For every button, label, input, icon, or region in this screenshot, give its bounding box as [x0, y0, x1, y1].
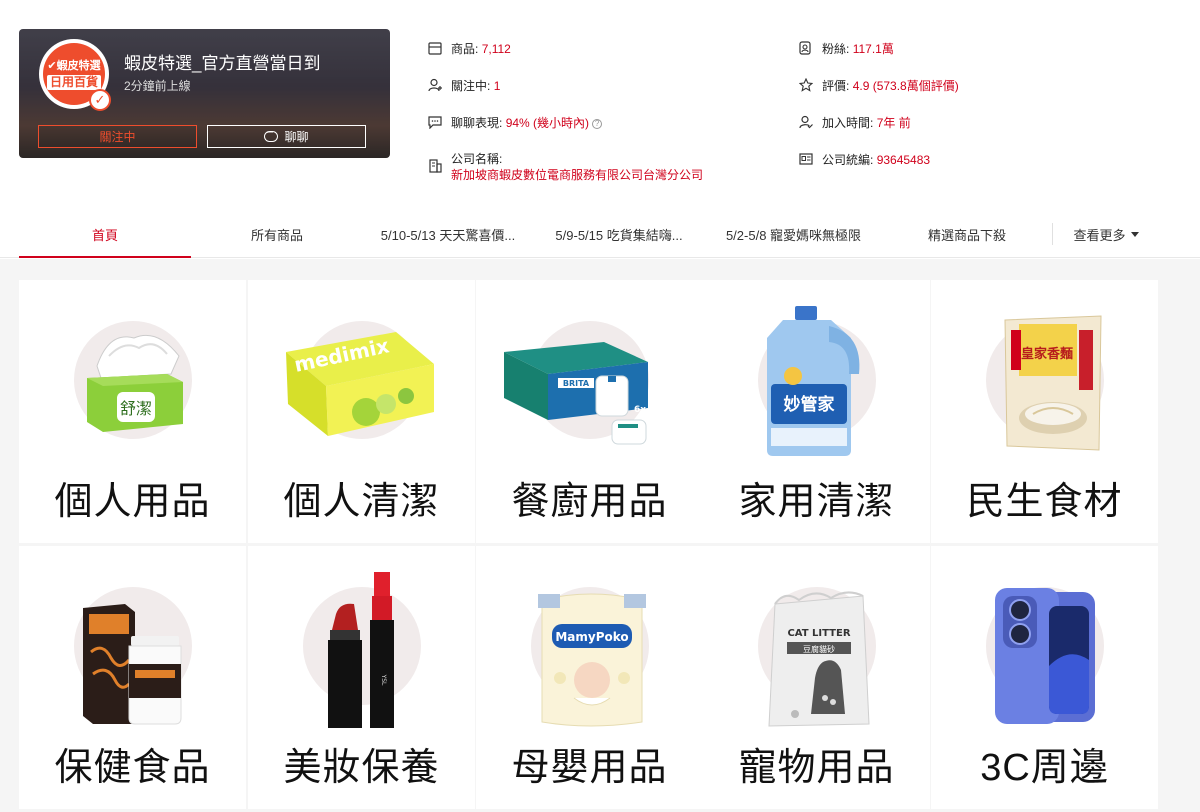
chat-button-label: 聊聊 [284, 130, 309, 144]
followers-label: 粉絲: [822, 42, 850, 56]
avatar-line1: ✔蝦皮特選 [47, 59, 101, 72]
tab-more[interactable]: 查看更多 [1053, 210, 1159, 258]
category-label: 美妝保養 [283, 747, 440, 789]
tab-promo-0509[interactable]: 5/9-5/15 吃貨集結嗨... [533, 210, 705, 258]
category-label: 3C周邊 [980, 747, 1109, 789]
category-tile-health-food[interactable]: 保健食品 [19, 546, 246, 809]
rating-value: 4.9 (573.8萬個評價) [852, 79, 959, 93]
store-icon [427, 40, 443, 56]
id-card-icon [798, 151, 814, 167]
svg-text:舒潔: 舒潔 [120, 399, 152, 418]
category-tile-baby[interactable]: MamyPoko 母嬰用品 [476, 546, 703, 809]
joined-value: 7年 前 [876, 116, 911, 130]
category-label: 個人用品 [54, 481, 211, 523]
joined-label: 加入時間: [822, 116, 874, 130]
category-label: 保健食品 [54, 747, 211, 789]
shop-avatar[interactable]: ✔蝦皮特選 日用百貨 ✓ [39, 39, 111, 111]
shop-card: ✔蝦皮特選 日用百貨 ✓ 蝦皮特選_官方直營當日到 2分鐘前上線 關注中 聊聊 [19, 29, 390, 158]
products-value: 7,112 [481, 42, 511, 56]
tax-id-value: 93645483 [876, 153, 931, 167]
svg-text:皇家香麵: 皇家香麵 [1021, 346, 1073, 362]
svg-text:MamyPoko: MamyPoko [555, 630, 628, 644]
tab-home[interactable]: 首頁 [19, 210, 191, 258]
online-status: 2分鐘前上線 [124, 79, 191, 93]
stat-rating: 評價: 4.9 (573.8萬個評價) [798, 77, 959, 94]
category-label: 母嬰用品 [511, 747, 668, 789]
followers-icon [798, 40, 814, 56]
noodle-pack-icon: 皇家香麵 [1004, 315, 1102, 451]
category-label: 個人清潔 [283, 481, 440, 523]
diaper-pack-icon: MamyPoko [538, 593, 646, 727]
followers-value: 117.1萬 [852, 42, 894, 56]
svg-text:豆腐貓砂: 豆腐貓砂 [803, 644, 835, 654]
verified-check-icon: ✓ [89, 89, 111, 111]
stat-followers: 粉絲: 117.1萬 [798, 40, 894, 57]
soap-box-icon: medimix [286, 332, 434, 436]
tax-id-label: 公司統編: [822, 153, 874, 167]
following-value: 1 [493, 79, 501, 93]
supplement-icon [83, 604, 182, 725]
category-grid: 舒潔 個人用品 medimix 個人清潔 BRITA 6x 餐廚用品 妙管家 家… [0, 259, 1200, 812]
follow-button[interactable]: 關注中 [38, 125, 197, 148]
chat-icon [264, 127, 279, 142]
chat-bubble-icon [427, 114, 443, 130]
smartphone-icon [995, 588, 1095, 724]
stat-tax-id: 公司統編: 93645483 [798, 151, 930, 168]
tab-featured[interactable]: 精選商品下殺 [882, 210, 1052, 258]
stat-following: 關注中: 1 [427, 77, 500, 94]
shop-name: 蝦皮特選_官方直營當日到 [124, 54, 321, 73]
caret-down-icon [1130, 231, 1139, 237]
user-add-icon [427, 77, 443, 93]
chat-perf-value: 94% (幾小時內) [505, 116, 590, 130]
svg-text:6x: 6x [634, 405, 646, 415]
shop-header: ✔蝦皮特選 日用百貨 ✓ 蝦皮特選_官方直營當日到 2分鐘前上線 關注中 聊聊 … [0, 0, 1200, 210]
tab-promo-0502[interactable]: 5/2-5/8 寵愛媽咪無極限 [705, 210, 882, 258]
building-icon [427, 158, 443, 174]
products-label: 商品: [451, 42, 479, 56]
star-icon [798, 77, 814, 93]
following-label: 關注中: [451, 79, 491, 93]
help-icon[interactable]: ? [592, 118, 603, 129]
category-label: 家用清潔 [738, 481, 895, 523]
tab-all-products[interactable]: 所有商品 [191, 210, 363, 258]
lipstick-icon: YSL [328, 572, 394, 728]
svg-text:YSL: YSL [380, 674, 387, 686]
svg-text:CAT LITTER: CAT LITTER [787, 628, 850, 639]
tissue-box-icon: 舒潔 [87, 334, 183, 432]
avatar-line2: 日用百貨 [46, 74, 101, 90]
company-value: 新加坡商蝦皮數位電商服務有限公司台灣分公司 [451, 168, 704, 182]
tab-more-label: 查看更多 [1073, 227, 1126, 243]
category-tile-personal-goods[interactable]: 舒潔 個人用品 [19, 280, 246, 543]
category-label: 餐廚用品 [511, 481, 668, 523]
stat-joined: 加入時間: 7年 前 [798, 114, 911, 131]
user-check-icon [798, 114, 814, 130]
chat-button[interactable]: 聊聊 [207, 125, 366, 148]
category-label: 寵物用品 [738, 747, 895, 789]
svg-text:BRITA: BRITA [563, 379, 590, 388]
category-label: 民生食材 [966, 481, 1123, 523]
stat-chat-performance: 聊聊表現: 94% (幾小時內)? [427, 114, 603, 131]
stat-products: 商品: 7,112 [427, 40, 511, 57]
category-tile-kitchen[interactable]: BRITA 6x 餐廚用品 [476, 280, 703, 543]
svg-text:妙管家: 妙管家 [784, 394, 835, 415]
category-tile-personal-cleaning[interactable]: medimix 個人清潔 [248, 280, 475, 543]
active-tab-indicator [19, 256, 191, 258]
detergent-bottle-icon: 妙管家 [767, 306, 860, 456]
category-tile-beauty[interactable]: YSL 美妝保養 [248, 546, 475, 809]
category-tile-pet[interactable]: CAT LITTER 豆腐貓砂 寵物用品 [703, 546, 930, 809]
category-tile-3c[interactable]: 3C周邊 [931, 546, 1158, 809]
company-label: 公司名稱: [451, 152, 503, 166]
chat-perf-label: 聊聊表現: [451, 116, 503, 130]
category-tile-food[interactable]: 皇家香麵 民生食材 [931, 280, 1158, 543]
stat-company: 公司名稱: 新加坡商蝦皮數位電商服務有限公司台灣分公司 [427, 151, 703, 183]
water-filter-icon: BRITA 6x [504, 342, 648, 445]
category-tile-household-cleaning[interactable]: 妙管家 家用清潔 [703, 280, 930, 543]
rating-label: 評價: [822, 79, 850, 93]
tab-promo-0510[interactable]: 5/10-5/13 天天驚喜價... [363, 210, 533, 258]
cat-litter-icon: CAT LITTER 豆腐貓砂 [768, 591, 870, 727]
shop-nav: 首頁 所有商品 5/10-5/13 天天驚喜價... 5/9-5/15 吃貨集結… [0, 210, 1200, 258]
